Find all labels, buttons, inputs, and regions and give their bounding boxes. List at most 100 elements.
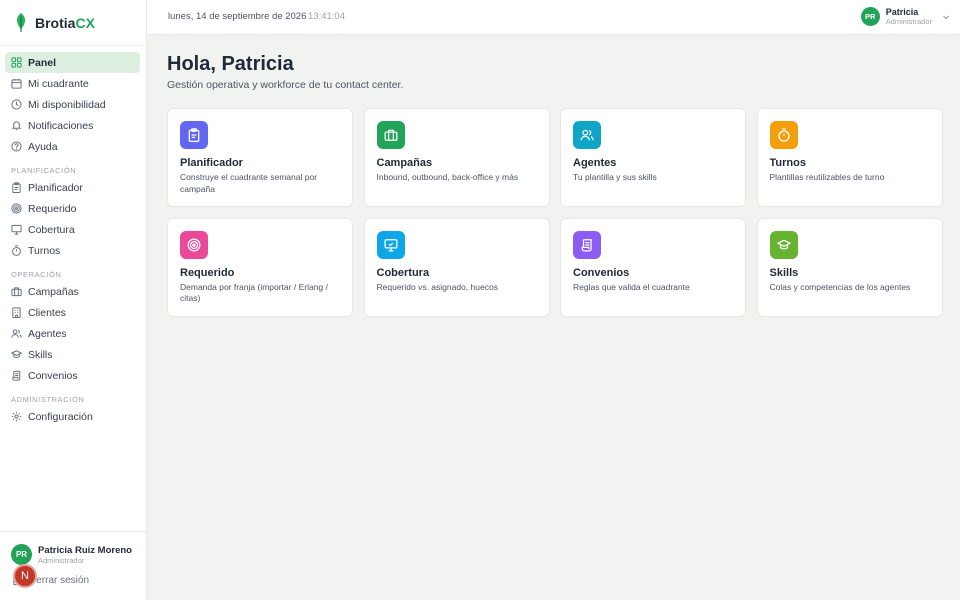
card-planificador[interactable]: Planificador Construye el cuadrante sema… — [167, 108, 353, 207]
sidebar-item-convenios[interactable]: Convenios — [5, 365, 140, 386]
help-icon — [11, 141, 22, 152]
card-description: Demanda por franja (importar / Erlang / … — [180, 281, 328, 304]
card-description: Reglas que valida el cuadrante — [573, 281, 690, 292]
shortcut-grid: Planificador Construye el cuadrante sema… — [167, 108, 943, 317]
card-title: Convenios — [573, 266, 630, 279]
chevron-down-icon[interactable] — [941, 12, 951, 22]
briefcase-icon — [384, 129, 397, 141]
clock-icon — [11, 99, 22, 110]
card-turnos[interactable]: Turnos Plantillas reutilizables de turno — [756, 108, 943, 207]
briefcase-icon — [11, 287, 22, 297]
card-title: Turnos — [769, 157, 806, 169]
page-title: Hola, Patricia — [167, 53, 294, 75]
user-name: Patricia — [885, 7, 919, 17]
timer-icon — [12, 245, 21, 256]
card-icon-tile — [180, 121, 208, 149]
users-icon — [11, 329, 22, 338]
scroll-icon — [581, 238, 592, 251]
card-convenios[interactable]: Convenios Reglas que valida el cuadrante — [560, 217, 746, 317]
sidebar-item-label: Cobertura — [28, 223, 75, 236]
sidebar-item-requerido[interactable]: Requerido — [5, 198, 140, 219]
sidebar-item-panel[interactable]: Panel — [5, 52, 140, 73]
notification-fab-button[interactable]: N — [13, 564, 37, 588]
sidebar-item-mi-disponibilidad[interactable]: Mi disponibilidad — [5, 94, 140, 115]
target-icon — [187, 238, 201, 251]
card-description: Requerido vs. asignado, huecos — [376, 281, 498, 292]
timer-icon — [777, 128, 790, 142]
sidebar-item-mi-cuadrante[interactable]: Mi cuadrante — [5, 73, 140, 94]
sidebar-item-label: Configuración — [28, 410, 93, 423]
sidebar-item-label: Notificaciones — [28, 119, 94, 132]
brand[interactable]: BrotiaCX — [0, 0, 146, 46]
card-title: Planificador — [180, 157, 243, 169]
card-icon-tile — [769, 230, 798, 259]
target-icon — [11, 203, 22, 214]
scroll-icon — [12, 370, 21, 381]
sidebar-item-agentes[interactable]: Agentes — [5, 323, 140, 344]
sidebar-item-configuracion[interactable]: Configuración — [5, 406, 140, 427]
card-icon-tile — [573, 230, 601, 259]
graduation-cap-icon — [776, 239, 791, 249]
building-icon — [12, 307, 21, 318]
monitor-icon — [384, 238, 397, 251]
grid-icon — [11, 57, 22, 68]
card-description: Tu plantilla y sus skills — [573, 172, 657, 182]
card-skills[interactable]: Skills Colas y competencias de los agent… — [756, 217, 943, 317]
card-title: Agentes — [573, 157, 617, 169]
current-time: 13:41:04 — [308, 11, 345, 22]
calendar-icon — [11, 78, 22, 89]
sidebar-item-label: Mi cuadrante — [28, 77, 89, 90]
card-title: Requerido — [180, 266, 235, 279]
users-icon — [580, 129, 594, 141]
section-heading-planificacion: PLANIFICACIÓN — [11, 166, 77, 175]
sidebar-item-ayuda[interactable]: Ayuda — [5, 136, 140, 157]
sidebar-user[interactable]: PR Patricia Ruiz Moreno Administrador — [11, 544, 132, 565]
card-description: Inbound, outbound, back-office y más — [376, 172, 519, 182]
monitor-icon — [11, 224, 22, 235]
sidebar-item-label: Campañas — [28, 285, 79, 298]
user-role: Administrador — [885, 17, 932, 26]
sidebar-item-label: Clientes — [28, 306, 66, 319]
sidebar-item-skills[interactable]: Skills — [5, 344, 140, 365]
sidebar-item-label: Skills — [28, 348, 53, 361]
sidebar-item-turnos[interactable]: Turnos — [5, 240, 140, 261]
card-icon-tile — [573, 121, 601, 149]
card-requerido[interactable]: Requerido Demanda por franja (importar /… — [167, 217, 353, 317]
card-title: Campañas — [376, 157, 433, 169]
card-cobertura[interactable]: Cobertura Requerido vs. asignado, huecos — [363, 217, 550, 317]
card-icon-tile — [376, 230, 405, 259]
sidebar-item-label: Agentes — [28, 327, 67, 340]
topbar: lunes, 14 de septiembre de 2026 · 13:41:… — [147, 0, 960, 35]
sidebar-item-campanas[interactable]: Campañas — [5, 281, 140, 302]
section-heading-operacion: OPERACIÓN — [11, 270, 62, 279]
brand-name: BrotiaCX — [35, 14, 95, 31]
clipboard-icon — [188, 128, 200, 142]
bell-icon — [11, 121, 22, 131]
current-date: lunes, 14 de septiembre de 2026 — [168, 11, 307, 22]
sidebar-item-notificaciones[interactable]: Notificaciones — [5, 115, 140, 136]
sidebar-nav: Panel Mi cuadrante Mi disponibilidad Not… — [0, 46, 146, 427]
sidebar-item-cobertura[interactable]: Cobertura — [5, 219, 140, 240]
card-description: Colas y competencias de los agentes — [769, 281, 911, 292]
card-icon-tile — [180, 230, 208, 259]
leaf-logo-icon — [16, 12, 26, 32]
main-content: Hola, Patricia Gestión operativa y workf… — [167, 52, 943, 317]
sidebar-item-label: Convenios — [28, 369, 78, 382]
sidebar-item-clientes[interactable]: Clientes — [5, 302, 140, 323]
card-agentes[interactable]: Agentes Tu plantilla y sus skills — [560, 108, 746, 207]
sidebar-footer: PR Patricia Ruiz Moreno Administrador Ce… — [0, 531, 147, 600]
clipboard-icon — [12, 182, 21, 193]
card-icon-tile — [376, 121, 405, 149]
sidebar-item-label: Requerido — [28, 202, 77, 215]
avatar: PR — [11, 544, 32, 565]
avatar: PR — [860, 7, 880, 26]
user-menu-button[interactable]: PR Patricia Administrador — [860, 7, 932, 26]
page-subtitle: Gestión operativa y workforce de tu cont… — [167, 79, 404, 91]
logout-label: Cerrar sesión — [29, 575, 90, 586]
sidebar-item-planificador[interactable]: Planificador — [5, 177, 140, 198]
card-campanas[interactable]: Campañas Inbound, outbound, back-office … — [363, 108, 550, 207]
sidebar: BrotiaCX Panel Mi cuadrante Mi disponibi… — [0, 0, 147, 600]
date-time-separator: · — [298, 11, 301, 21]
gear-icon — [11, 411, 22, 422]
sidebar-item-label: Panel — [28, 56, 57, 69]
